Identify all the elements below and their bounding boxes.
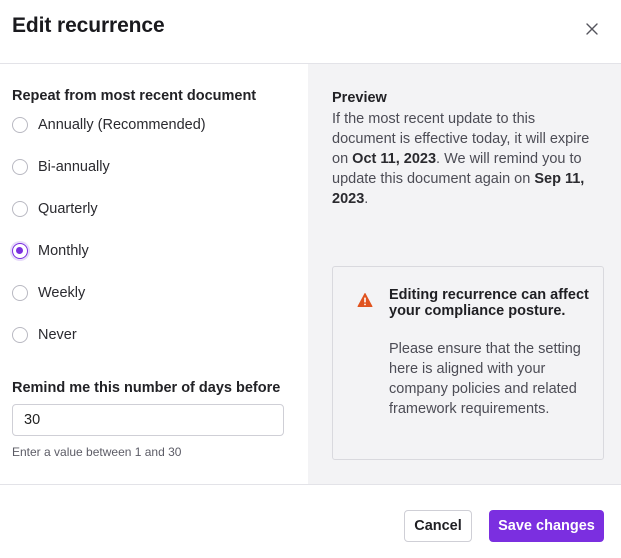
settings-panel: Repeat from most recent document Annuall… xyxy=(0,64,308,484)
preview-text-part: . xyxy=(364,191,369,207)
dialog-footer: Cancel Save changes xyxy=(0,484,621,558)
expire-date: Oct 11, 2023 xyxy=(352,151,437,167)
close-icon xyxy=(586,23,598,35)
radio-label: Quarterly xyxy=(38,201,98,217)
cancel-button[interactable]: Cancel xyxy=(404,510,472,542)
recurrence-label: Repeat from most recent document xyxy=(12,88,257,104)
radio-label: Bi-annually xyxy=(38,159,110,175)
radio-button[interactable] xyxy=(12,285,28,301)
radio-button-selected[interactable] xyxy=(12,243,28,259)
radio-button[interactable] xyxy=(12,201,28,217)
radio-option-quarterly[interactable]: Quarterly xyxy=(12,198,98,220)
radio-option-monthly[interactable]: Monthly xyxy=(12,240,89,262)
radio-label: Weekly xyxy=(38,285,86,301)
preview-title: Preview xyxy=(332,90,387,106)
remind-days-label: Remind me this number of days before xyxy=(12,380,281,396)
radio-label: Monthly xyxy=(38,243,89,259)
radio-button[interactable] xyxy=(12,117,28,133)
preview-panel: Preview If the most recent update to thi… xyxy=(308,64,621,484)
dialog-header: Edit recurrence xyxy=(0,0,621,64)
dialog-title: Edit recurrence xyxy=(12,14,165,37)
radio-option-annually[interactable]: Annually (Recommended) xyxy=(12,114,206,136)
radio-label: Never xyxy=(38,327,77,343)
radio-option-never[interactable]: Never xyxy=(12,324,77,346)
remind-days-hint: Enter a value between 1 and 30 xyxy=(12,445,182,459)
radio-option-bi-annually[interactable]: Bi-annually xyxy=(12,156,110,178)
radio-label: Annually (Recommended) xyxy=(38,117,206,133)
save-changes-button[interactable]: Save changes xyxy=(489,510,604,542)
radio-option-weekly[interactable]: Weekly xyxy=(12,282,85,304)
warning-body: Please ensure that the setting here is a… xyxy=(389,341,581,417)
warning-icon xyxy=(357,293,373,307)
remind-days-input[interactable] xyxy=(12,404,284,436)
warning-title: Editing recurrence can affect your compl… xyxy=(389,287,589,319)
close-button[interactable] xyxy=(580,17,604,41)
warning-callout: Editing recurrence can affect your compl… xyxy=(332,266,604,460)
preview-text: If the most recent update to this docume… xyxy=(332,109,600,209)
radio-button[interactable] xyxy=(12,159,28,175)
radio-button[interactable] xyxy=(12,327,28,343)
